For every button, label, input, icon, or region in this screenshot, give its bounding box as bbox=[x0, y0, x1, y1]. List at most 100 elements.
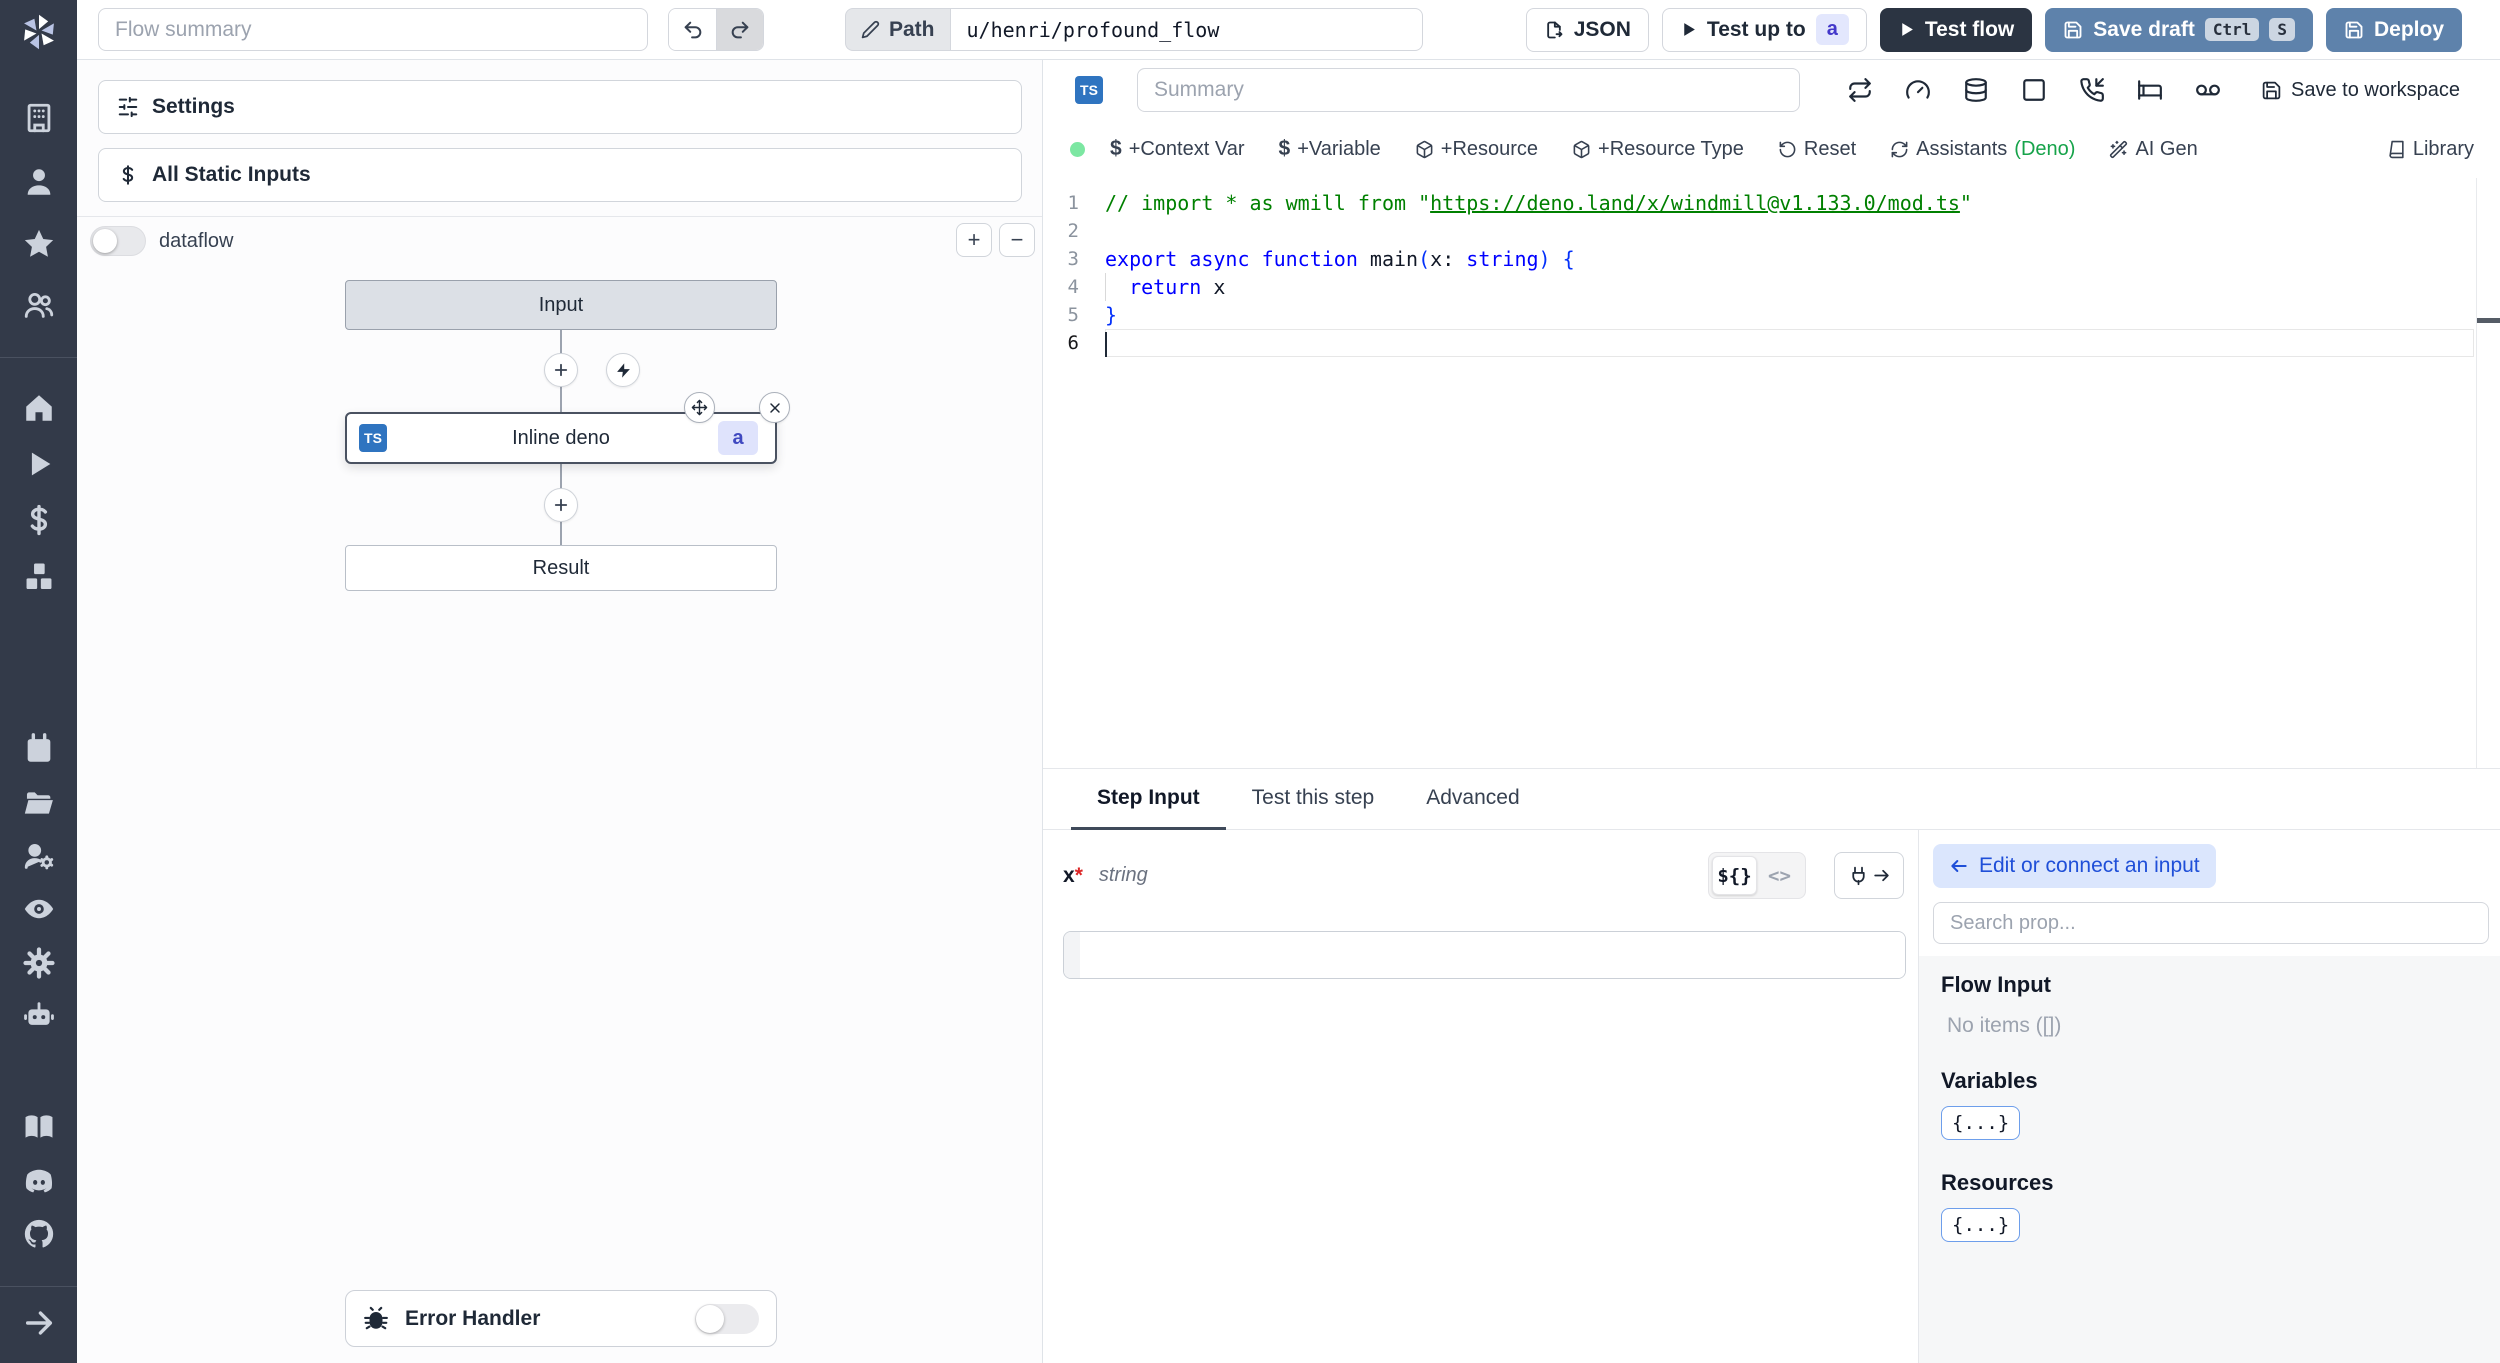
edit-or-connect-button[interactable]: Edit or connect an input bbox=[1933, 844, 2216, 888]
test-up-to-step-badge[interactable]: a bbox=[1815, 14, 1849, 45]
tab-step-input[interactable]: Step Input bbox=[1071, 769, 1226, 830]
test-flow-button[interactable]: Test flow bbox=[1879, 7, 2033, 52]
test-up-to-label: Test up to bbox=[1706, 17, 1806, 41]
redo-button[interactable] bbox=[716, 9, 763, 50]
groups-user-cog-icon[interactable] bbox=[22, 839, 56, 873]
sidebar-divider bbox=[0, 357, 77, 358]
graph-zoom-in-button[interactable]: + bbox=[956, 223, 992, 257]
folders-icon[interactable] bbox=[22, 786, 56, 820]
dataflow-label: dataflow bbox=[159, 230, 234, 252]
path-edit-button[interactable]: Path bbox=[845, 8, 950, 51]
flow-settings-button[interactable]: Settings bbox=[98, 80, 1022, 134]
resources-object-chip[interactable]: {...} bbox=[1941, 1208, 2021, 1242]
flow-summary-input[interactable] bbox=[98, 8, 648, 51]
flow-input-node[interactable]: Input bbox=[345, 280, 777, 330]
cache-database-icon[interactable] bbox=[1963, 77, 1989, 103]
deploy-button[interactable]: Deploy bbox=[2325, 7, 2462, 52]
favorites-star-icon[interactable] bbox=[22, 227, 56, 261]
dataflow-toggle[interactable] bbox=[90, 226, 146, 256]
tab-test-this-step[interactable]: Test this step bbox=[1226, 769, 1401, 830]
bug-icon bbox=[364, 1306, 388, 1329]
github-icon[interactable] bbox=[22, 1217, 56, 1251]
workers-bot-icon[interactable] bbox=[22, 998, 56, 1032]
add-resource-button[interactable]: +Resource bbox=[1415, 138, 1538, 161]
mode-code-button[interactable]: <> bbox=[1757, 856, 1802, 895]
path-label: Path bbox=[889, 17, 935, 41]
flow-result-node[interactable]: Result bbox=[345, 545, 777, 591]
runs-play-icon[interactable] bbox=[22, 447, 56, 481]
summary-input[interactable] bbox=[1137, 68, 1800, 112]
all-static-inputs-label: All Static Inputs bbox=[152, 163, 311, 186]
variables-dollar-icon[interactable] bbox=[22, 503, 56, 537]
tab-advanced[interactable]: Advanced bbox=[1400, 769, 1545, 830]
pencil-icon bbox=[861, 20, 880, 39]
code-line[interactable]: 2 bbox=[1043, 217, 2500, 245]
resources-heading: Resources bbox=[1941, 1170, 2054, 1195]
all-static-inputs-button[interactable]: All Static Inputs bbox=[98, 148, 1022, 202]
docs-book-icon[interactable] bbox=[22, 1110, 56, 1144]
schedules-calendar-icon[interactable] bbox=[22, 732, 56, 766]
path-group: Path bbox=[845, 8, 1423, 51]
home-icon[interactable] bbox=[22, 391, 56, 425]
variables-object-chip[interactable]: {...} bbox=[1941, 1106, 2021, 1140]
flow-settings-label: Settings bbox=[152, 95, 235, 118]
error-handler-toggle[interactable] bbox=[695, 1303, 759, 1334]
audit-eye-icon[interactable] bbox=[22, 892, 56, 926]
code-line[interactable]: 5} bbox=[1043, 301, 2500, 329]
reset-button[interactable]: Reset bbox=[1778, 138, 1856, 161]
search-prop-input[interactable] bbox=[1933, 902, 2489, 944]
ai-gen-button[interactable]: AI Gen bbox=[2109, 138, 2198, 161]
step-node-inline-deno[interactable]: TS Inline deno a bbox=[345, 412, 777, 464]
add-step-button-bottom[interactable] bbox=[544, 488, 578, 522]
add-step-button-top[interactable] bbox=[544, 353, 578, 387]
step-id-badge: a bbox=[718, 421, 758, 455]
code-editor[interactable]: 1// import * as wmill from "https://deno… bbox=[1043, 178, 2500, 768]
editor-cursor-marker bbox=[2477, 318, 2500, 323]
connect-input-button[interactable] bbox=[1834, 852, 1904, 899]
user-icon[interactable] bbox=[22, 165, 56, 199]
settings-gear-icon[interactable] bbox=[22, 946, 56, 980]
add-resource-type-button[interactable]: +Resource Type bbox=[1572, 138, 1744, 161]
mode-expr-button[interactable]: ${} bbox=[1712, 856, 1757, 895]
add-trigger-button[interactable] bbox=[606, 353, 640, 387]
suspend-phone-incoming-icon[interactable] bbox=[2079, 77, 2105, 103]
arg-required-mark: * bbox=[1074, 863, 1083, 887]
test-up-to-button[interactable]: Test up to a bbox=[1661, 7, 1867, 52]
resources-boxes-icon[interactable] bbox=[22, 560, 56, 594]
sidebar-divider bbox=[0, 1286, 77, 1287]
workspace-building-icon[interactable] bbox=[22, 101, 56, 135]
json-button[interactable]: JSON bbox=[1525, 7, 1649, 52]
retries-repeat-icon[interactable] bbox=[1847, 77, 1873, 103]
concurrency-gauge-icon[interactable] bbox=[1905, 77, 1931, 103]
mock-voicemail-icon[interactable] bbox=[2195, 77, 2221, 103]
code-line[interactable]: 3 export async function main(x: string) { bbox=[1043, 245, 2500, 273]
save-draft-button[interactable]: Save draft Ctrl S bbox=[2045, 7, 2313, 52]
arg-value-editor[interactable] bbox=[1063, 931, 1906, 979]
undo-button[interactable] bbox=[669, 9, 716, 50]
code-line[interactable]: 4 return x bbox=[1043, 273, 2500, 301]
save-icon bbox=[2345, 21, 2363, 38]
sleep-bed-icon[interactable] bbox=[2137, 77, 2163, 103]
assistants-button[interactable]: Assistants (Deno) bbox=[1890, 138, 2075, 161]
library-button[interactable]: Library bbox=[2387, 138, 2474, 161]
save-draft-label: Save draft bbox=[2093, 17, 2195, 41]
refresh-icon bbox=[1891, 141, 1908, 157]
discord-icon[interactable] bbox=[22, 1164, 56, 1198]
step-input-content: x * string ${} <> Edit or connect an inp… bbox=[1043, 830, 2500, 1363]
editor-toolbar: $ +Context Var $ +Variable +Resource +Reso… bbox=[1043, 120, 2500, 178]
book-icon bbox=[2389, 140, 2404, 158]
arg-value-input[interactable] bbox=[1080, 932, 1905, 978]
path-input[interactable] bbox=[949, 8, 1423, 51]
collapse-arrow-right-icon[interactable] bbox=[22, 1306, 56, 1340]
users-group-icon[interactable] bbox=[22, 288, 56, 322]
windmill-logo-icon[interactable] bbox=[17, 10, 61, 54]
add-variable-button[interactable]: $ +Variable bbox=[1279, 137, 1381, 161]
graph-zoom-out-button[interactable]: − bbox=[999, 223, 1035, 257]
code-line[interactable]: 6 bbox=[1043, 329, 2500, 357]
delete-step-button[interactable] bbox=[759, 392, 790, 423]
move-step-button[interactable] bbox=[684, 392, 715, 423]
early-stop-square-icon[interactable] bbox=[2021, 77, 2047, 103]
save-to-workspace-button[interactable]: Save to workspace bbox=[2261, 79, 2460, 102]
add-context-var-button[interactable]: $ +Context Var bbox=[1110, 137, 1245, 161]
code-line[interactable]: 1// import * as wmill from "https://deno… bbox=[1043, 189, 2500, 217]
